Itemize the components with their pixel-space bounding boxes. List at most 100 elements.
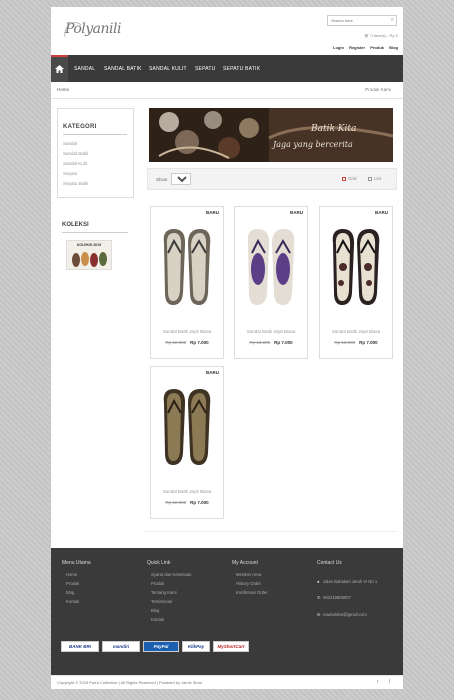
twitter-icon[interactable]: 𝑡 <box>377 679 379 685</box>
kategori-item-sandal[interactable]: Sandal <box>63 141 89 151</box>
footer-link-konfirmasi[interactable]: Konfirmasi Order <box>232 590 268 599</box>
product-image <box>240 223 302 311</box>
footer-link-testimonial[interactable]: Testimonial <box>147 599 192 608</box>
nav-item-sandal-kulit[interactable]: SANDAL KULIT <box>149 66 187 72</box>
nav-item-sepatu-batik[interactable]: SEPATU BATIK <box>223 66 260 72</box>
bank-bri-logo: BANK BRI <box>61 641 99 652</box>
breadcrumb-current: Produk Kami <box>365 87 391 92</box>
footer-quick-title: Quick Link <box>147 560 171 566</box>
new-price: Rp 7.000 <box>190 340 209 345</box>
footer: Menu Utama Home Produk Blog Kontak Quick… <box>51 548 403 675</box>
paypal-logo: PayPal <box>143 641 179 652</box>
new-price: Rp 7.000 <box>359 340 378 345</box>
product-name[interactable]: Sandal Batik Jepit Biasa <box>151 329 223 334</box>
product-card[interactable]: BARU Sandal Batik Jepit Biasa Rp 12.000 R… <box>150 366 224 519</box>
banner-subline: Jaga yang bercerita <box>273 140 353 149</box>
footer-link-syarat[interactable]: Syarat dan Ketentuan <box>147 572 192 581</box>
cart-summary[interactable]: 🛒︎ 0 item(s) - Rp 0 <box>364 33 398 38</box>
old-price: Rp 12.000 <box>249 340 271 345</box>
product-image <box>156 223 218 311</box>
breadcrumb-home[interactable]: Home <box>57 87 69 92</box>
copyright-text: Copyright © 2015 Putra Collection | All … <box>57 680 203 685</box>
new-price: Rp 7.000 <box>190 500 209 505</box>
email-text: nawkoleksi@gmail.com <box>323 612 367 617</box>
promo-banner[interactable]: Batik Kita Jaga yang bercerita <box>149 108 393 162</box>
produk-link[interactable]: Produk <box>370 45 384 50</box>
product-card[interactable]: BARU Sandal Batik Jepit Biasa Rp 12.000 R… <box>319 206 393 359</box>
nav-item-sandal[interactable]: SANDAL <box>74 66 95 72</box>
old-price: Rp 12.000 <box>165 340 187 345</box>
site-logo[interactable]: Polyanili <box>65 21 121 37</box>
main-nav: SANDAL SANDAL BATIK SANDAL KULIT SEPATU … <box>51 55 403 82</box>
nav-item-sandal-batik[interactable]: SANDAL BATIK <box>104 66 142 72</box>
product-name[interactable]: Sandal Batik Jepit Biasa <box>235 329 307 334</box>
footer-contact-title: Contact Us <box>317 560 342 566</box>
contact-email[interactable]: ✉ nawkoleksi@gmail.com <box>317 612 367 617</box>
grid-view-button[interactable]: Grid <box>342 176 357 181</box>
nav-home-button[interactable] <box>51 55 68 82</box>
footer-my-account: My Account Member Area History Order Kon… <box>232 560 268 599</box>
search-box: ⌕ <box>327 15 397 26</box>
new-badge: BARU <box>375 210 388 215</box>
product-card[interactable]: BARU Sandal Batik Jepit Biasa Rp 12.000 R… <box>234 206 308 359</box>
kategori-item-sandal-kulit[interactable]: Sandal Kulit <box>63 161 89 171</box>
kategori-box: KATEGORI Sandal Sandal Batik Sandal Kuli… <box>57 108 134 198</box>
contact-address: ● Jalan Babakan Jeruk VI No 1 <box>317 579 377 584</box>
footer-link-history-order[interactable]: History Order <box>232 581 268 590</box>
grid-label: Grid <box>348 176 357 181</box>
myshortcart-logo: MyShortCart <box>213 641 249 652</box>
banner-headline: Batik Kita <box>311 124 357 134</box>
login-link[interactable]: Login <box>333 45 344 50</box>
nav-item-sepatu[interactable]: SEPATU <box>195 66 215 72</box>
product-card[interactable]: BARU Sandal Batik Jepit Biasa Rp 12.000 R… <box>150 206 224 359</box>
kategori-list: Sandal Sandal Batik Sandal Kulit Sepatu … <box>63 141 89 191</box>
phone-text: 082219805007 <box>323 595 351 600</box>
home-icon <box>55 65 64 73</box>
kategori-item-sepatu-batik[interactable]: Sepatu Batik <box>63 181 89 191</box>
divider <box>51 98 403 99</box>
footer-link-blog[interactable]: Blog <box>62 590 91 599</box>
footer-link-produk[interactable]: Produk <box>147 581 192 590</box>
contact-phone: ✆ 082219805007 <box>317 595 351 600</box>
divider <box>62 232 128 233</box>
product-price: Rp 12.000 Rp 7.000 <box>151 340 223 345</box>
register-link[interactable]: Register <box>349 45 365 50</box>
bank-mandiri-logo: mandiri <box>102 641 140 652</box>
product-image <box>325 223 387 311</box>
blog-link[interactable]: Blog <box>389 45 398 50</box>
footer-link-kontak[interactable]: Kontak <box>62 599 91 608</box>
grid-icon <box>342 176 346 181</box>
product-name[interactable]: Sandal Batik Jepit Biasa <box>151 489 223 494</box>
footer-link-produk[interactable]: Produk <box>62 581 91 590</box>
old-price: Rp 12.000 <box>334 340 356 345</box>
footer-link-home[interactable]: Home <box>62 572 91 581</box>
koleksi-title: KOLEKSI <box>62 222 89 228</box>
footer-link-tentang[interactable]: Tentang Kami <box>147 590 192 599</box>
search-icon[interactable]: ⌕ <box>391 17 394 24</box>
footer-link-blog[interactable]: Blog <box>147 608 192 617</box>
show-label: Show <box>156 177 168 182</box>
product-image <box>156 383 218 471</box>
footer-account-title: My Account <box>232 560 258 566</box>
new-price: Rp 7.000 <box>274 340 293 345</box>
address-text: Jalan Babakan Jeruk VI No 1 <box>323 579 378 584</box>
koleksi-image[interactable]: KOLEKSI 2019 <box>66 240 112 270</box>
facebook-icon[interactable]: f <box>389 679 390 685</box>
footer-link-member-area[interactable]: Member Area <box>232 572 268 581</box>
footer-link-kontak[interactable]: Kontak <box>147 617 192 626</box>
kategori-item-sepatu[interactable]: Sepatu <box>63 171 89 181</box>
search-input[interactable] <box>328 16 386 25</box>
list-icon <box>368 176 372 181</box>
klikpay-logo: KlikPay <box>182 641 210 652</box>
new-badge: BARU <box>206 210 219 215</box>
show-count-select[interactable]: 15 <box>171 173 191 185</box>
footer-quick-link: Quick Link Syarat dan Ketentuan Produk T… <box>147 560 192 626</box>
list-view-button[interactable]: List <box>368 176 381 181</box>
kategori-item-sandal-batik[interactable]: Sandal Batik <box>63 151 89 161</box>
koleksi-sandals-image <box>72 252 107 267</box>
cart-icon: 🛒︎ <box>364 33 370 38</box>
footer-contact: Contact Us <box>317 560 342 572</box>
product-name[interactable]: Sandal Batik Jepit Biasa <box>320 329 392 334</box>
product-price: Rp 12.000 Rp 7.000 <box>320 340 392 345</box>
list-label: List <box>374 176 382 181</box>
